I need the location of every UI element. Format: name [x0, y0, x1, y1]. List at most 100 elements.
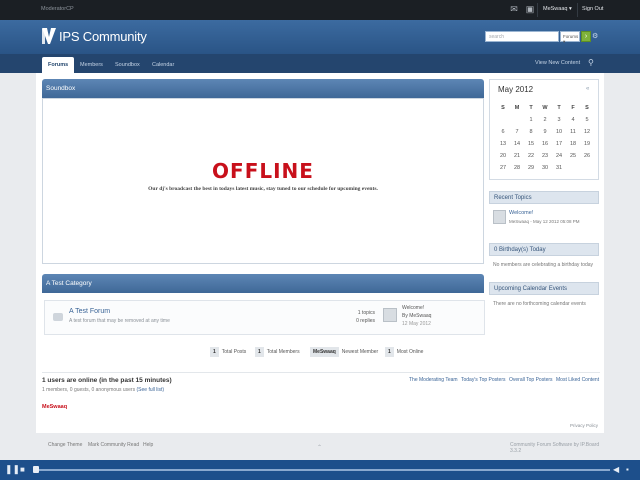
- calendar-week-row: 13 14 15 16 17 18 19: [496, 138, 594, 150]
- total-members-label: Total Members: [266, 349, 300, 355]
- recent-topic-link[interactable]: Welcome!: [509, 210, 599, 216]
- calendar-day[interactable]: 24: [552, 150, 566, 162]
- location-pin-icon[interactable]: ⚲: [588, 58, 594, 67]
- calendar-day[interactable]: 8: [524, 126, 538, 138]
- collapse-icon[interactable]: «: [586, 86, 589, 92]
- community-title[interactable]: IPS Community: [59, 29, 147, 44]
- fullscreen-icon[interactable]: ▪: [626, 465, 629, 474]
- logo-icon[interactable]: [42, 28, 56, 44]
- calendar-day[interactable]: 22: [524, 150, 538, 162]
- media-control-bar: ❚❚ ■ ◀ ▪: [0, 460, 640, 480]
- calendar-day[interactable]: 17: [552, 138, 566, 150]
- privacy-policy-link[interactable]: Privacy Policy: [570, 423, 598, 428]
- notifications-icon[interactable]: ▣: [525, 4, 535, 15]
- tab-soundbox[interactable]: Soundbox: [115, 57, 140, 73]
- calendar-week-row: 12345: [496, 114, 594, 126]
- seek-handle[interactable]: [33, 466, 39, 473]
- calendar-day[interactable]: 5: [580, 114, 594, 126]
- most-liked-content-link[interactable]: Most Liked Content: [556, 377, 599, 383]
- search-submit-button[interactable]: ›: [581, 31, 591, 42]
- calendar-day[interactable]: 19: [580, 138, 594, 150]
- recent-topics-header[interactable]: Recent Topics: [489, 191, 599, 204]
- last-post-author[interactable]: By MeSwaaq: [402, 313, 431, 319]
- calendar-weekday: T: [557, 105, 561, 111]
- online-user-link[interactable]: MeSwaaq: [42, 404, 67, 410]
- calendar-day[interactable]: 15: [524, 138, 538, 150]
- todays-top-posters-link[interactable]: Today's Top Posters: [461, 377, 506, 383]
- search-input[interactable]: search: [485, 31, 559, 42]
- last-post-title-link[interactable]: Welcome!: [402, 305, 424, 311]
- calendar-day: [496, 114, 510, 126]
- tab-forums[interactable]: Forums: [42, 57, 75, 73]
- stop-icon[interactable]: ■: [20, 465, 25, 474]
- newest-member-link[interactable]: MeSwaaq: [310, 347, 339, 357]
- calendar-weekday-row: SMTWTFS: [496, 102, 594, 114]
- back-to-top-icon[interactable]: ⌃: [317, 444, 322, 451]
- most-online-count: 1: [385, 347, 394, 357]
- inbox-icon[interactable]: ✉: [509, 4, 519, 15]
- upcoming-events-text: There are no forthcoming calendar events: [493, 301, 586, 307]
- calendar-day[interactable]: 25: [566, 150, 580, 162]
- search-scope-select[interactable]: Forums ▾: [560, 31, 580, 44]
- calendar-day[interactable]: 2: [538, 114, 552, 126]
- calendar-day[interactable]: 23: [538, 150, 552, 162]
- calendar-day[interactable]: 11: [566, 126, 580, 138]
- calendar-day[interactable]: 6: [496, 126, 510, 138]
- gear-icon[interactable]: ⚙: [592, 32, 599, 41]
- sign-out-link[interactable]: Sign Out: [582, 6, 603, 12]
- calendar-month-link[interactable]: May 2012: [498, 85, 533, 94]
- calendar-day[interactable]: 4: [566, 114, 580, 126]
- forum-description: A test forum that may be removed at any …: [69, 318, 170, 324]
- calendar-day[interactable]: 10: [552, 126, 566, 138]
- view-new-content-link[interactable]: View New Content: [535, 60, 580, 66]
- volume-icon[interactable]: ◀: [613, 465, 619, 474]
- forum-name-link[interactable]: A Test Forum: [69, 308, 110, 315]
- calendar-day[interactable]: 13: [496, 138, 510, 150]
- calendar-day[interactable]: 29: [524, 162, 538, 174]
- newest-member-label: Newest Member: [341, 349, 379, 355]
- pause-icon[interactable]: ❚❚: [5, 464, 20, 475]
- tab-calendar[interactable]: Calendar: [152, 57, 174, 73]
- mark-community-read-link[interactable]: Mark Community Read: [88, 442, 139, 448]
- calendar-week-row: 20 21 22 23 24 25 26: [496, 150, 594, 162]
- moderator-cp-link[interactable]: ModeratorCP: [41, 6, 74, 12]
- calendar-day[interactable]: 3: [552, 114, 566, 126]
- category-header[interactable]: A Test Category: [42, 274, 484, 293]
- calendar-day[interactable]: 30: [538, 162, 552, 174]
- upcoming-events-header[interactable]: Upcoming Calendar Events: [489, 282, 599, 295]
- calendar-day[interactable]: 7: [510, 126, 524, 138]
- calendar-day[interactable]: 16: [538, 138, 552, 150]
- calendar-day[interactable]: 1: [524, 114, 538, 126]
- birthdays-header[interactable]: 0 Birthday(s) Today: [489, 243, 599, 256]
- branding-header: IPS Community search Forums ▾ › ⚙: [0, 20, 640, 54]
- moderating-team-link[interactable]: The Moderating Team: [409, 377, 458, 383]
- forum-row: A Test Forum A test forum that may be re…: [44, 300, 485, 335]
- tab-members[interactable]: Members: [80, 57, 103, 73]
- overall-top-posters-link[interactable]: Overall Top Posters: [509, 377, 553, 383]
- calendar-day[interactable]: 21: [510, 150, 524, 162]
- calendar-day[interactable]: 31: [552, 162, 566, 174]
- help-link[interactable]: Help: [143, 442, 153, 448]
- calendar-grid: S M T W T F S 1 2 3 4 5 6 7 8 9 10 11 12 13 14 15 16 17 18 19 20 21…: [496, 102, 594, 174]
- avatar[interactable]: [383, 308, 397, 322]
- calendar-day[interactable]: 14: [510, 138, 524, 150]
- see-full-list-link[interactable]: (See full list): [137, 387, 165, 393]
- stat-most-online: 1 Most Online: [385, 347, 423, 358]
- divider: [537, 3, 538, 17]
- calendar-day: [510, 114, 524, 126]
- calendar-day[interactable]: 27: [496, 162, 510, 174]
- calendar-day[interactable]: 9: [538, 126, 552, 138]
- change-theme-link[interactable]: Change Theme: [48, 442, 82, 448]
- mini-calendar: May 2012 « S M T W T F S 1 2 3 4 5 6 7 8 9 10 11 12 13 14 15 1…: [489, 79, 599, 180]
- calendar-day[interactable]: 26: [580, 150, 594, 162]
- calendar-day[interactable]: 20: [496, 150, 510, 162]
- calendar-day[interactable]: 28: [510, 162, 524, 174]
- stat-total-posts: 1 Total Posts: [210, 347, 246, 358]
- user-menu[interactable]: MeSwaaq ▾: [543, 6, 572, 12]
- calendar-day[interactable]: 18: [566, 138, 580, 150]
- calendar-day[interactable]: 12: [580, 126, 594, 138]
- seek-bar[interactable]: [34, 469, 610, 471]
- birthdays-text: No members are celebrating a birthday to…: [493, 262, 594, 268]
- avatar[interactable]: [493, 210, 506, 224]
- calendar-weekday: T: [529, 105, 533, 111]
